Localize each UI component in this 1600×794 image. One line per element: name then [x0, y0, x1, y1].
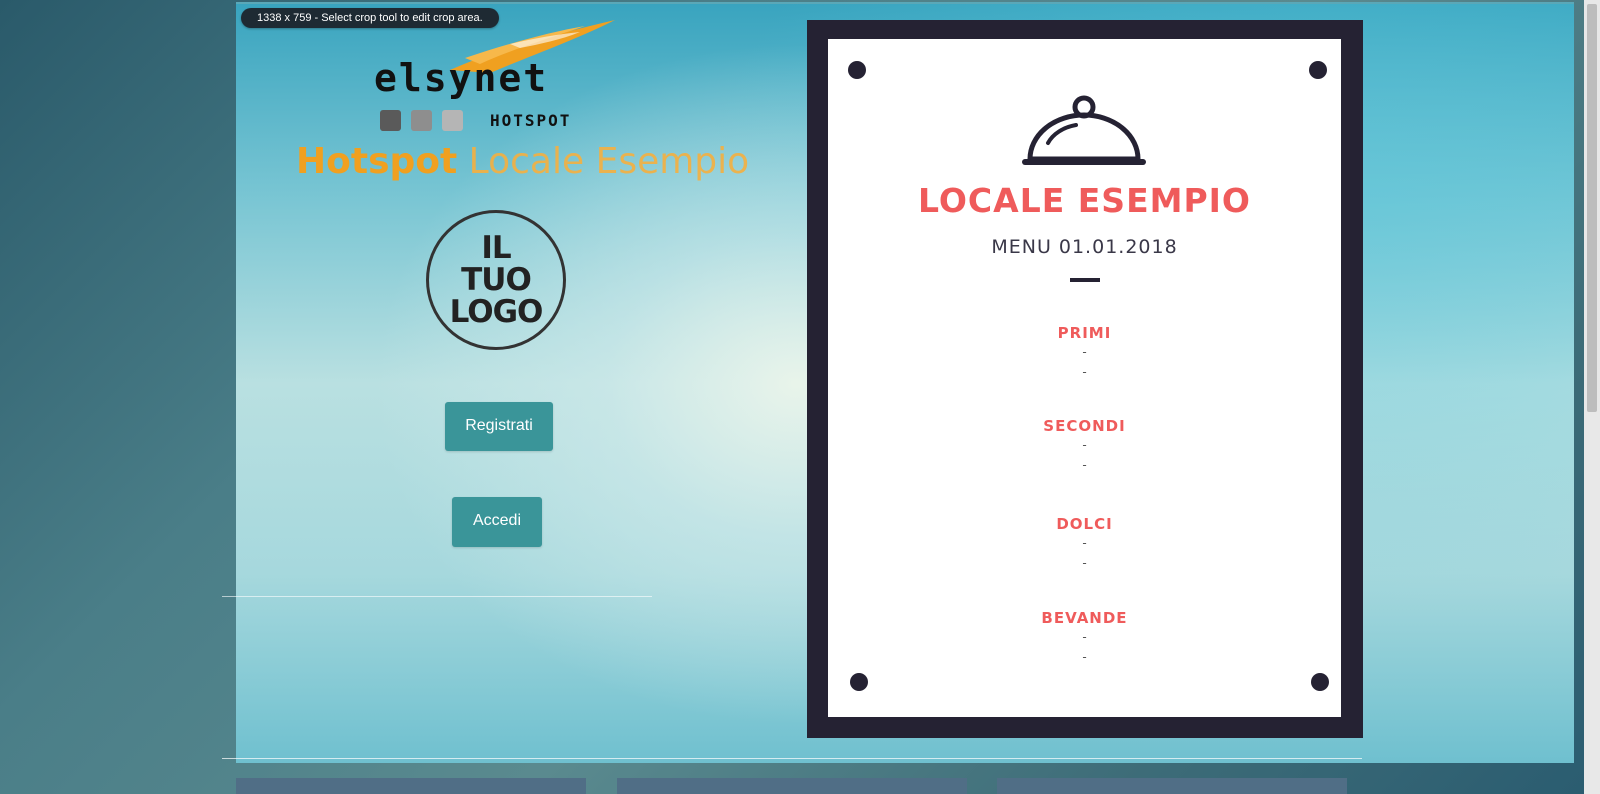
footer-tile [236, 778, 586, 794]
section-heading: BEVANDE [1041, 609, 1128, 627]
section-item: - [1082, 345, 1087, 359]
pin-icon [850, 673, 868, 691]
cloche-icon [1022, 95, 1146, 165]
square-light [442, 110, 463, 131]
square-dark [380, 110, 401, 131]
section-item: - [1082, 536, 1087, 550]
title-light: Locale Esempio [468, 141, 750, 182]
section-heading: DOLCI [1056, 515, 1113, 533]
menu-dash [1070, 278, 1100, 282]
pin-icon [1311, 673, 1329, 691]
venue-logo: IL TUO LOGO [426, 210, 566, 350]
footer-tile [997, 778, 1347, 794]
register-button[interactable]: Registrati [445, 402, 553, 451]
footer-tile [617, 778, 967, 794]
section-item: - [1082, 630, 1087, 644]
square-mid [411, 110, 432, 131]
scrollbar[interactable] [1584, 0, 1600, 794]
pin-icon [1309, 61, 1327, 79]
menu-title: LOCALE ESEMPIO [918, 181, 1251, 220]
logo-line: TUO [461, 262, 532, 298]
logo-line: IL [481, 230, 511, 266]
title-bold: Hotspot [296, 141, 458, 182]
section-item: - [1082, 438, 1087, 452]
section-item: - [1082, 650, 1087, 664]
menu-section-secondi: SECONDI - - [828, 417, 1341, 475]
section-item: - [1082, 458, 1087, 472]
section-heading: PRIMI [1057, 324, 1112, 342]
menu-section-dolci: DOLCI - - [828, 515, 1341, 573]
page-title: Hotspot Locale Esempio [296, 140, 749, 184]
menu-board: LOCALE ESEMPIO MENU 01.01.2018 PRIMI - -… [807, 20, 1363, 738]
menu-date: MENU 01.01.2018 [991, 236, 1178, 258]
viewport: 1338 x 759 - Select crop tool to edit cr… [0, 0, 1600, 794]
section-item: - [1082, 365, 1087, 379]
divider [222, 758, 1362, 759]
divider [222, 596, 652, 597]
scrollbar-thumb[interactable] [1587, 4, 1597, 412]
menu-section-primi: PRIMI - - [828, 324, 1341, 382]
section-heading: SECONDI [1043, 417, 1126, 435]
menu-section-bevande: BEVANDE - - [828, 609, 1341, 667]
brand-name: elsynet [374, 56, 549, 100]
brand-squares-icon [380, 110, 463, 131]
section-item: - [1082, 556, 1087, 570]
brand-logo: elsynet HOTSPOT [370, 18, 630, 131]
logo-line: LOGO [449, 294, 544, 330]
pin-icon [848, 61, 866, 79]
login-button[interactable]: Accedi [452, 497, 542, 547]
brand-subtitle: HOTSPOT [490, 111, 572, 130]
menu-paper: LOCALE ESEMPIO MENU 01.01.2018 PRIMI - -… [828, 39, 1341, 717]
